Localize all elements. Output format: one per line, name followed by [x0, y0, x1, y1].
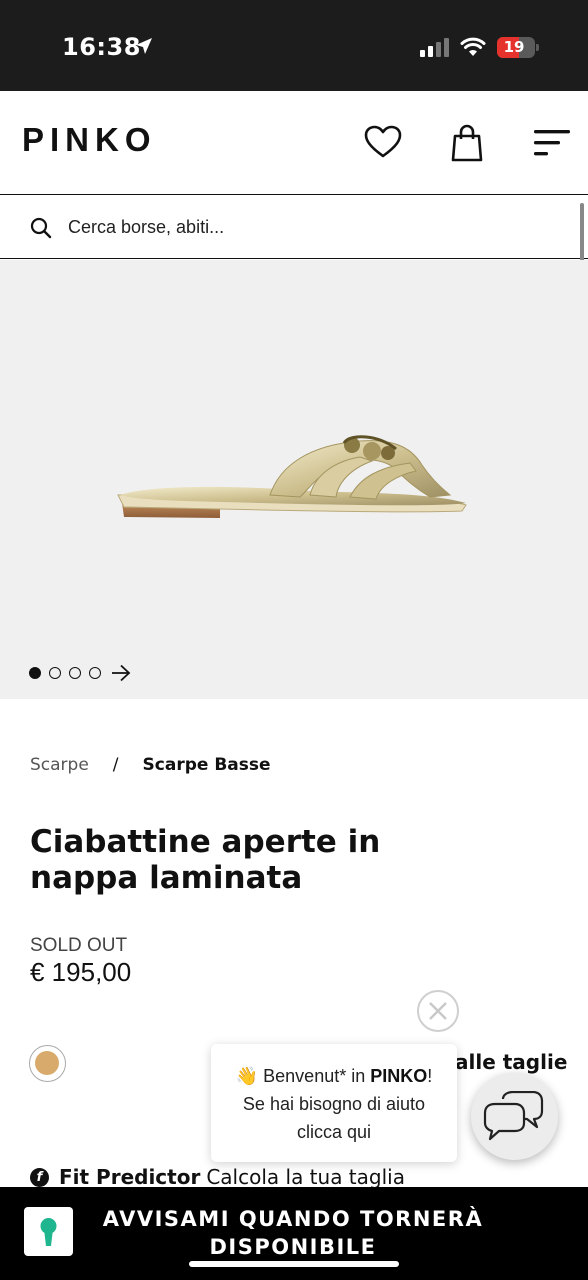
site-header: PINKO	[0, 91, 588, 195]
gallery-pagination	[29, 664, 131, 682]
notify-when-available-button[interactable]: AVVISAMI QUANDO TORNERÀ DISPONIBILE	[90, 1205, 496, 1261]
search-input[interactable]	[68, 214, 548, 240]
shopping-bag-icon[interactable]	[451, 124, 483, 162]
chat-brand: PINKO	[370, 1066, 428, 1086]
chat-greeting-prefix: Benvenut* in	[263, 1066, 366, 1086]
cellular-signal-icon	[420, 37, 449, 57]
search-icon	[30, 217, 52, 239]
product-image-sandal	[117, 435, 467, 518]
chat-help-line-1: Se hai bisogno di aiuto	[242, 1094, 426, 1114]
chat-help-line-2: clicca qui	[296, 1122, 372, 1142]
keyhole-icon	[40, 1218, 57, 1246]
wifi-icon	[460, 37, 486, 56]
fit-predictor-action: Calcola la tua taglia	[206, 1165, 405, 1189]
gallery-dot-3[interactable]	[69, 667, 81, 679]
waving-hand-emoji: 👋	[235, 1066, 259, 1086]
status-bar: 16:38 19	[0, 0, 588, 91]
arrow-right-icon[interactable]	[111, 664, 131, 682]
breadcrumb-scarpe[interactable]: Scarpe	[30, 755, 89, 775]
battery-level: 19	[503, 38, 525, 56]
gallery-dot-4[interactable]	[89, 667, 101, 679]
home-indicator	[189, 1261, 399, 1267]
close-chat-icon[interactable]	[416, 989, 460, 1033]
menu-icon[interactable]	[533, 129, 571, 159]
fit-predictor-row[interactable]: f Fit Predictor Calcola la tua taglia	[30, 1165, 405, 1189]
accessibility-button[interactable]	[24, 1207, 73, 1256]
product-image-gallery[interactable]	[0, 260, 588, 699]
chat-greeting-suffix: !	[427, 1066, 433, 1086]
fit-predictor-label: Fit Predictor	[59, 1165, 201, 1189]
chat-launcher-button[interactable]	[471, 1073, 558, 1160]
product-title: Ciabattine aperte in nappa laminata	[30, 824, 381, 896]
battery-icon: 19	[497, 37, 535, 58]
fit-predictor-icon: f	[30, 1167, 49, 1187]
color-swatch-gold[interactable]	[29, 1045, 66, 1082]
notify-line-1: AVVISAMI QUANDO TORNERÀ	[102, 1207, 484, 1231]
pinko-logo[interactable]: PINKO	[22, 121, 157, 159]
gallery-dot-2[interactable]	[49, 667, 61, 679]
breadcrumb-scarpe-basse[interactable]: Scarpe Basse	[143, 755, 271, 775]
chat-welcome-popup[interactable]: 👋 Benvenut* in PINKO! Se hai bisogno di …	[211, 1044, 457, 1162]
chat-greeting: 👋 Benvenut* in PINKO!	[211, 1062, 457, 1090]
chat-bubbles-icon	[483, 1091, 544, 1141]
heart-icon[interactable]	[364, 125, 402, 159]
status-time: 16:38	[62, 33, 141, 61]
product-price: € 195,00	[30, 957, 132, 987]
breadcrumb-separator: /	[112, 755, 119, 775]
notify-line-2: DISPONIBILE	[209, 1235, 377, 1259]
search-bar	[0, 196, 588, 259]
breadcrumb: Scarpe / Scarpe Basse	[30, 755, 271, 775]
color-swatch-fill	[35, 1051, 59, 1075]
size-guide-link[interactable]: alle taglie	[455, 1050, 567, 1074]
availability-label: SOLD OUT	[30, 935, 128, 956]
gallery-dot-1[interactable]	[29, 667, 41, 679]
location-arrow-icon	[136, 38, 152, 54]
